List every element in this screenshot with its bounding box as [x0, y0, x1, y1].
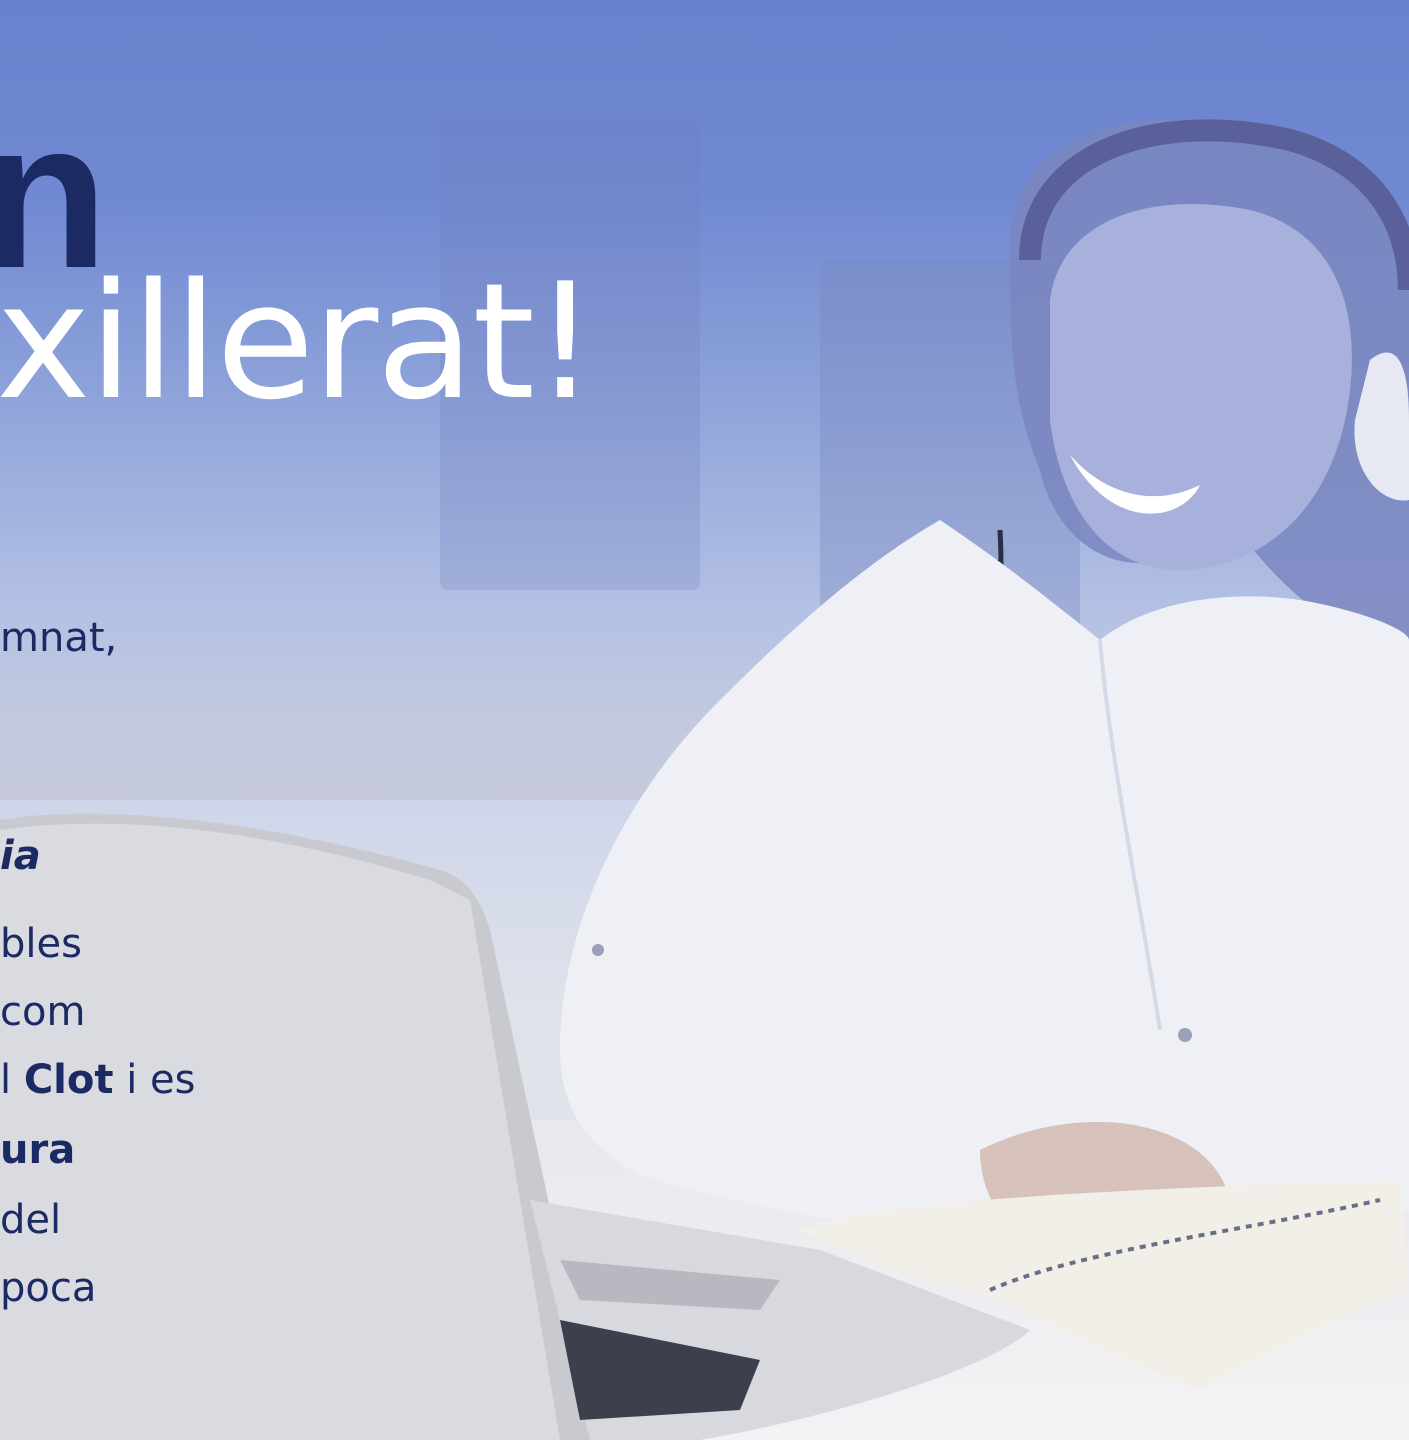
body-line-2-italic: ia — [0, 833, 41, 879]
body-line-5-post: i es — [113, 1057, 196, 1103]
slide: n xillerat! mnat, ia bles com l Clot i e… — [0, 0, 1409, 1440]
body-line-5: l Clot i es — [0, 1060, 196, 1100]
body-line-5-pre: l — [0, 1057, 24, 1103]
body-line-5-bold: Clot — [23, 1057, 114, 1103]
headline-line-2: xillerat! — [0, 248, 597, 435]
body-line-2: ia — [0, 836, 41, 876]
photo-subject — [0, 118, 1409, 1440]
body-line-6: ura — [0, 1130, 75, 1170]
body-line-1: mnat, — [0, 615, 118, 661]
body-line-7: del — [0, 1197, 62, 1243]
body-line-8: poca — [0, 1265, 97, 1311]
body-line-4: com — [0, 989, 86, 1035]
body-line-3: bles — [0, 921, 82, 967]
body-line-6-bold: ura — [0, 1127, 76, 1173]
